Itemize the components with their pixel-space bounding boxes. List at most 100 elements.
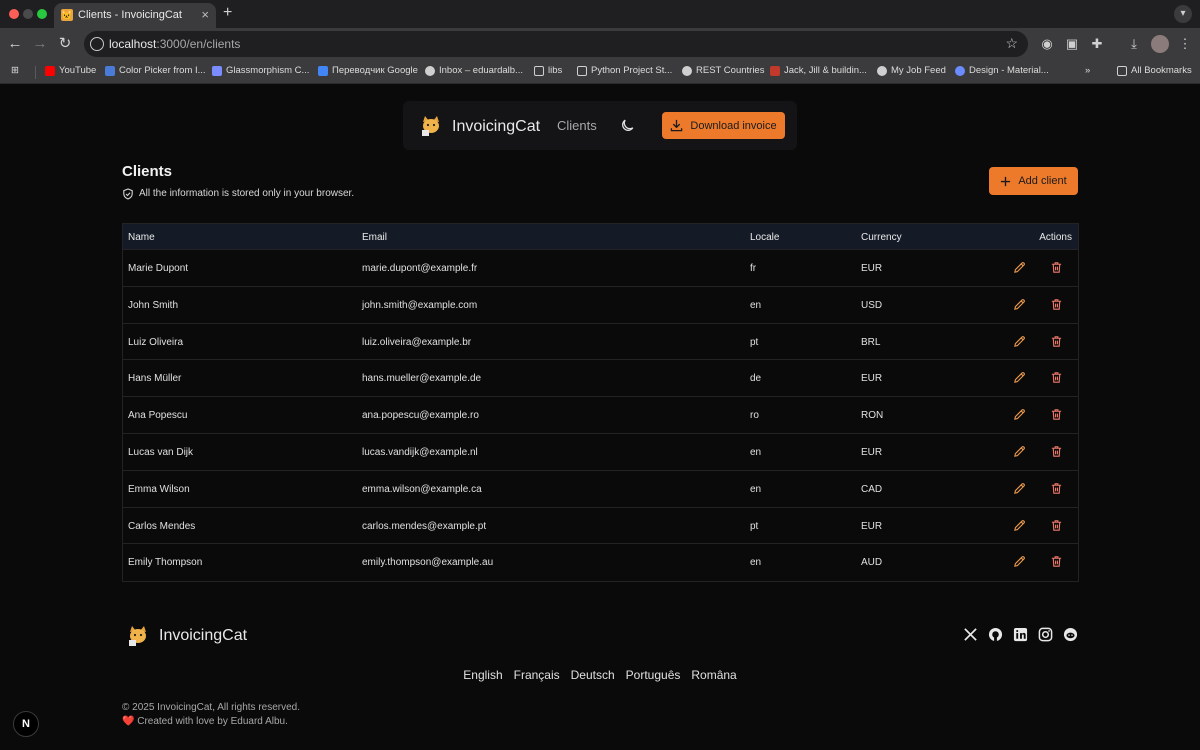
delete-trash-icon[interactable] xyxy=(1050,335,1063,348)
site-info-icon[interactable] xyxy=(90,37,104,51)
bookmark-item[interactable]: Color Picker from I... xyxy=(105,65,206,76)
dark-mode-moon-icon[interactable] xyxy=(620,117,636,133)
delete-trash-icon[interactable] xyxy=(1050,482,1063,495)
bookmark-item[interactable]: Python Project St... xyxy=(577,65,672,76)
table-row: John Smith john.smith@example.com en USD xyxy=(123,287,1078,324)
bookmark-item[interactable]: Design - Material... xyxy=(955,65,1049,76)
edit-pencil-icon[interactable] xyxy=(1013,482,1026,495)
download-invoice-label: Download invoice xyxy=(690,119,777,132)
edit-pencil-icon[interactable] xyxy=(1013,298,1026,311)
client-email: john.smith@example.com xyxy=(362,299,478,311)
language-french[interactable]: Français xyxy=(514,668,560,682)
extension-square-icon[interactable]: ▣ xyxy=(1063,35,1081,53)
app-header: InvoicingCat Clients Download invoice xyxy=(403,101,797,150)
color-picker-icon xyxy=(105,65,115,76)
extension-icon[interactable]: ◉ xyxy=(1038,35,1056,53)
reload-icon[interactable]: ↻ xyxy=(56,35,74,53)
client-name: Lucas van Dijk xyxy=(128,446,194,458)
nav-clients-link[interactable]: Clients xyxy=(557,118,597,133)
client-name: John Smith xyxy=(128,299,179,311)
linkedin-icon[interactable] xyxy=(1013,627,1028,642)
folder-icon xyxy=(577,65,587,76)
column-header-actions: Actions xyxy=(1039,232,1072,243)
tab-close-icon[interactable]: × xyxy=(201,7,209,22)
delete-trash-icon[interactable] xyxy=(1050,445,1063,458)
bookmark-item[interactable]: Glassmorphism C... xyxy=(212,65,309,76)
edit-pencil-icon[interactable] xyxy=(1013,335,1026,348)
client-currency: EUR xyxy=(861,373,883,385)
reddit-icon[interactable] xyxy=(1063,627,1078,642)
tab-search-chevron-icon[interactable]: ▾ xyxy=(1174,5,1192,23)
client-name: Hans Müller xyxy=(128,373,182,385)
copyright-text: © 2025 InvoicingCat, All rights reserved… xyxy=(122,702,301,713)
language-portuguese[interactable]: Português xyxy=(626,668,681,682)
client-currency: EUR xyxy=(861,263,883,274)
delete-trash-icon[interactable] xyxy=(1050,298,1063,311)
youtube-icon xyxy=(45,65,55,76)
plus-icon xyxy=(1001,176,1011,186)
column-header-email: Email xyxy=(362,232,388,243)
delete-trash-icon[interactable] xyxy=(1050,408,1063,421)
site-icon xyxy=(770,65,780,76)
edit-pencil-icon[interactable] xyxy=(1013,555,1026,568)
maximize-window-button[interactable] xyxy=(37,9,47,19)
bookmark-item[interactable]: My Job Feed xyxy=(877,65,946,76)
minimize-window-button[interactable] xyxy=(23,9,33,19)
delete-trash-icon[interactable] xyxy=(1050,519,1063,532)
new-tab-button[interactable]: + xyxy=(223,4,232,22)
edit-pencil-icon[interactable] xyxy=(1013,371,1026,384)
client-currency: CAD xyxy=(861,483,883,495)
x-icon[interactable] xyxy=(963,627,978,642)
bookmark-item[interactable]: libs xyxy=(534,65,562,76)
close-window-button[interactable] xyxy=(9,9,19,19)
language-english[interactable]: English xyxy=(463,668,502,682)
delete-trash-icon[interactable] xyxy=(1050,555,1063,568)
bookmark-item[interactable]: Переводчик Google xyxy=(318,65,418,76)
shield-check-icon xyxy=(123,188,133,200)
language-switcher: English Français Deutsch Português Român… xyxy=(0,668,1200,682)
add-client-label: Add client xyxy=(1018,175,1067,187)
bookmarks-overflow-button[interactable]: » xyxy=(1085,65,1090,76)
apps-grid-icon[interactable]: ⊞ xyxy=(11,65,19,76)
instagram-icon[interactable] xyxy=(1038,627,1053,642)
download-invoice-button[interactable]: Download invoice xyxy=(662,112,785,139)
address-bar[interactable]: localhost:3000/en/clients ☆ xyxy=(84,31,1028,57)
table-row: Lucas van Dijk lucas.vandijk@example.nl en… xyxy=(123,434,1078,471)
edit-pencil-icon[interactable] xyxy=(1013,519,1026,532)
client-locale: en xyxy=(750,557,762,569)
google-translate-icon xyxy=(318,65,328,76)
language-german[interactable]: Deutsch xyxy=(571,668,615,682)
client-email: marie.dupont@example.fr xyxy=(362,263,478,274)
edit-pencil-icon[interactable] xyxy=(1013,408,1026,421)
browser-menu-icon[interactable]: ⋮ xyxy=(1176,35,1194,53)
browser-tab[interactable]: 🐱 Clients - InvoicingCat × xyxy=(54,3,216,28)
brand-name[interactable]: InvoicingCat xyxy=(452,118,540,136)
back-arrow-icon[interactable]: ← xyxy=(6,35,24,53)
footer-brand-name: InvoicingCat xyxy=(159,627,248,644)
profile-avatar[interactable] xyxy=(1151,35,1169,53)
github-icon[interactable] xyxy=(988,627,1003,642)
download-icon xyxy=(671,119,683,132)
client-locale: en xyxy=(750,483,762,495)
nextjs-dev-badge[interactable]: N xyxy=(13,711,39,737)
language-romanian[interactable]: Româna xyxy=(691,668,736,682)
bookmark-item[interactable]: Inbox – eduardalb... xyxy=(425,65,523,76)
table-row: Emily Thompson emily.thompson@example.au e… xyxy=(123,544,1078,581)
forward-arrow-icon[interactable]: → xyxy=(31,35,49,53)
delete-trash-icon[interactable] xyxy=(1050,261,1063,274)
url-text[interactable]: localhost:3000/en/clients xyxy=(109,37,240,51)
browser-toolbar: ← → ↻ localhost:3000/en/clients ☆ ◉ ▣ ✚ … xyxy=(0,28,1200,60)
bookmark-item[interactable]: YouTube xyxy=(45,65,96,76)
cat-logo-icon[interactable] xyxy=(419,113,443,137)
bookmark-star-icon[interactable]: ☆ xyxy=(1005,35,1018,52)
edit-pencil-icon[interactable] xyxy=(1013,445,1026,458)
column-header-currency: Currency xyxy=(861,232,902,243)
download-icon[interactable]: ⤓ xyxy=(1125,35,1143,53)
delete-trash-icon[interactable] xyxy=(1050,371,1063,384)
bookmark-item[interactable]: Jack, Jill & buildin... xyxy=(770,65,867,76)
add-client-button[interactable]: Add client xyxy=(989,167,1078,195)
all-bookmarks-button[interactable]: All Bookmarks xyxy=(1117,65,1192,76)
edit-pencil-icon[interactable] xyxy=(1013,261,1026,274)
extensions-puzzle-icon[interactable]: ✚ xyxy=(1088,35,1106,53)
bookmark-item[interactable]: REST Countries xyxy=(682,65,764,76)
